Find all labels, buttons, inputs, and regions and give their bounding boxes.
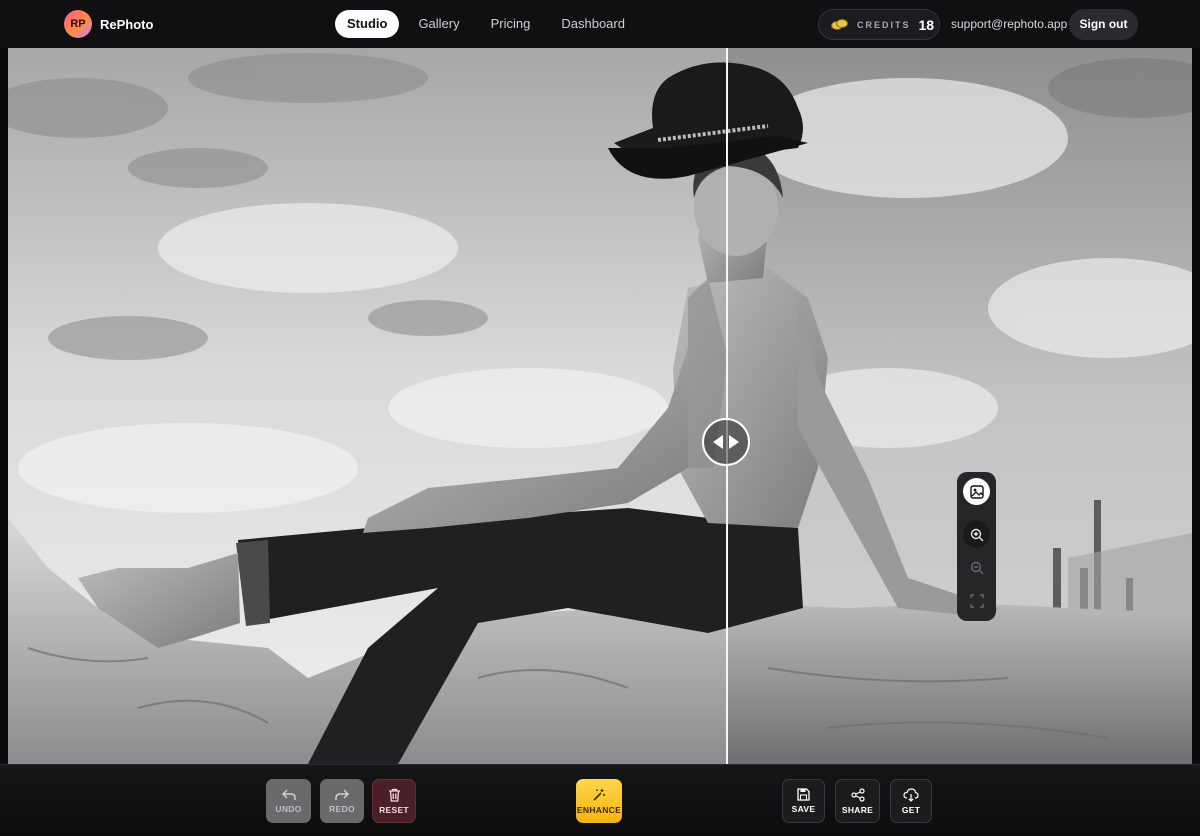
redo-label: REDO	[329, 803, 355, 814]
get-label: GET	[901, 804, 921, 815]
magic-wand-icon	[593, 788, 605, 801]
credits-count: 18	[918, 16, 935, 33]
nav-pricing[interactable]: Pricing	[479, 10, 543, 38]
fullscreen-icon	[969, 593, 984, 608]
share-label: SHARE	[841, 804, 874, 815]
credits-badge[interactable]: CREDITS 18	[818, 9, 940, 40]
share-button[interactable]: SHARE	[835, 779, 880, 823]
reset-button[interactable]: RESET	[372, 779, 416, 823]
credits-label: CREDITS	[857, 19, 911, 30]
save-button[interactable]: SAVE	[782, 779, 825, 823]
sign-out-button[interactable]: Sign out	[1069, 9, 1138, 40]
brand[interactable]: RP RePhoto	[64, 10, 153, 38]
trash-icon	[388, 788, 400, 802]
brand-name: RePhoto	[100, 16, 154, 32]
compare-slider-handle[interactable]	[702, 418, 750, 466]
zoom-tool-panel	[957, 472, 996, 621]
image-icon	[969, 484, 984, 499]
enhance-button[interactable]: ENHANCE	[576, 779, 622, 823]
share-icon	[850, 787, 865, 802]
compare-divider[interactable]	[726, 48, 728, 764]
brand-logo: RP	[64, 10, 92, 38]
reset-label: RESET	[379, 804, 409, 815]
zoom-in-button[interactable]	[963, 521, 990, 548]
get-button[interactable]: GET	[890, 779, 932, 823]
redo-button[interactable]: REDO	[320, 779, 364, 823]
main-nav: Studio Gallery Pricing Dashboard	[335, 10, 644, 38]
photo-image	[8, 48, 1192, 764]
top-navigation-bar: RP RePhoto Studio Gallery Pricing Dashbo…	[0, 0, 1200, 48]
compare-arrows-icon	[713, 435, 739, 449]
zoom-in-icon	[970, 528, 983, 541]
photo-canvas[interactable]	[8, 48, 1192, 764]
zoom-out-button[interactable]	[963, 554, 990, 581]
zoom-out-icon	[970, 561, 983, 574]
nav-dashboard[interactable]: Dashboard	[549, 10, 637, 38]
undo-button[interactable]: UNDO	[266, 779, 311, 823]
nav-gallery[interactable]: Gallery	[406, 10, 471, 38]
undo-label: UNDO	[275, 803, 302, 814]
save-label: SAVE	[791, 804, 816, 814]
view-image-button[interactable]	[963, 478, 990, 505]
undo-icon	[281, 788, 296, 800]
save-icon	[797, 788, 810, 801]
coins-icon	[831, 18, 849, 31]
support-email[interactable]: support@rephoto.app	[951, 17, 1067, 31]
nav-studio[interactable]: Studio	[335, 10, 400, 38]
enhance-label: ENHANCE	[576, 804, 622, 815]
redo-icon	[335, 788, 349, 800]
cloud-download-icon	[903, 787, 919, 802]
bottom-toolbar: UNDO REDO RESET ENHANCE SAVE SHARE GET	[0, 764, 1200, 836]
fullscreen-button[interactable]	[963, 587, 990, 614]
